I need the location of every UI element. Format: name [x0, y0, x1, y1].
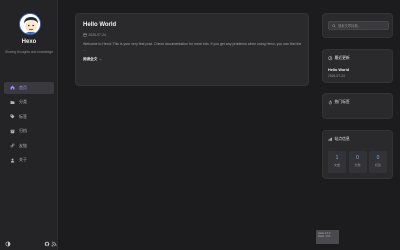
site-title[interactable]: Hexo [0, 39, 58, 45]
stat-value: 0 [376, 155, 380, 161]
post-excerpt: Welcome to Hexo! This is your very first… [83, 42, 302, 52]
post-card: Hello World 2026-07-24 Welcome to Hexo! … [75, 13, 309, 86]
nav-item-label: 首页 [19, 84, 27, 90]
recent-post-date: 2026-07-24 [328, 74, 345, 78]
stats-heading: 站点信息 [328, 137, 387, 142]
nav-item-tags[interactable]: 标签 [4, 111, 54, 123]
search-box [328, 21, 389, 30]
nav-item-label: 友链 [19, 142, 27, 148]
site-subtitle: Sharing thoughts and knowledge [4, 50, 54, 54]
avatar[interactable] [19, 13, 41, 35]
nav-item-label: 分类 [19, 99, 27, 105]
user-icon [9, 157, 15, 163]
archive-icon [9, 128, 15, 134]
build-info-line-2: Build: 7/24 [318, 235, 331, 239]
hot-heading: 热门标签 [328, 100, 387, 105]
calendar-icon [83, 33, 87, 37]
sidebar-footer [0, 234, 58, 247]
stat-value: 1 [335, 155, 339, 161]
stat-label: 文章 [333, 163, 340, 167]
home-icon [9, 85, 15, 91]
read-more-link[interactable]: 阅读全文 → [83, 57, 301, 62]
stats-heading-text: 站点信息 [334, 137, 350, 141]
recent-updates-widget: 最近更新 Hello World 2026-07-24 [322, 49, 393, 83]
site-stats-widget: 站点信息 1 文章 0 分类 0 标签 [322, 130, 393, 179]
avatar-icon [20, 14, 40, 34]
nav-item-label: 标签 [19, 113, 27, 119]
stat-posts[interactable]: 1 文章 [328, 151, 346, 173]
post-date-text: 2026-07-24 [88, 33, 106, 37]
post-date: 2026-07-24 [83, 33, 301, 37]
search-input[interactable] [338, 23, 388, 28]
recent-post-title[interactable]: Hello World [328, 68, 387, 72]
nav-item-home[interactable]: 首页 [4, 82, 54, 94]
sidebar: Hexo Sharing thoughts and knowledge 首页 分… [0, 0, 58, 250]
chart-icon [328, 137, 332, 142]
link-icon [9, 143, 15, 149]
stat-row: 1 文章 0 分类 0 标签 [328, 151, 387, 173]
nav-item-about[interactable]: 关于 [4, 155, 54, 167]
stat-value: 0 [356, 155, 359, 161]
rss-icon[interactable] [51, 234, 57, 247]
post-title[interactable]: Hello World [83, 22, 301, 28]
fire-icon [328, 100, 332, 105]
hot-heading-text: 热门标签 [334, 100, 350, 104]
stat-label: 分类 [354, 163, 361, 167]
build-info-badge: Hello 2.0.0 Build: 7/24 [316, 230, 339, 244]
nav-item-categories[interactable]: 分类 [4, 97, 54, 109]
clock-icon [328, 56, 333, 61]
stat-categories[interactable]: 0 分类 [348, 151, 367, 173]
theme-toggle-icon[interactable] [5, 234, 11, 247]
search-widget [322, 13, 393, 38]
tag-icon [9, 114, 15, 120]
search-icon [332, 23, 336, 28]
nav-item-label: 归档 [19, 128, 27, 134]
stat-label: 标签 [374, 163, 381, 167]
nav-item-archive[interactable]: 归档 [4, 126, 54, 138]
main-nav: 首页 分类 标签 归档 友链 关于 [4, 82, 54, 169]
recent-heading-text: 最近更新 [334, 56, 350, 60]
nav-item-links[interactable]: 友链 [4, 140, 54, 152]
nav-item-label: 关于 [19, 157, 27, 163]
recent-heading: 最近更新 [328, 56, 387, 61]
folder-icon [9, 99, 15, 105]
hot-tags-widget: 热门标签 [322, 93, 393, 119]
stat-tags[interactable]: 0 标签 [369, 151, 387, 173]
github-icon[interactable] [44, 234, 50, 247]
